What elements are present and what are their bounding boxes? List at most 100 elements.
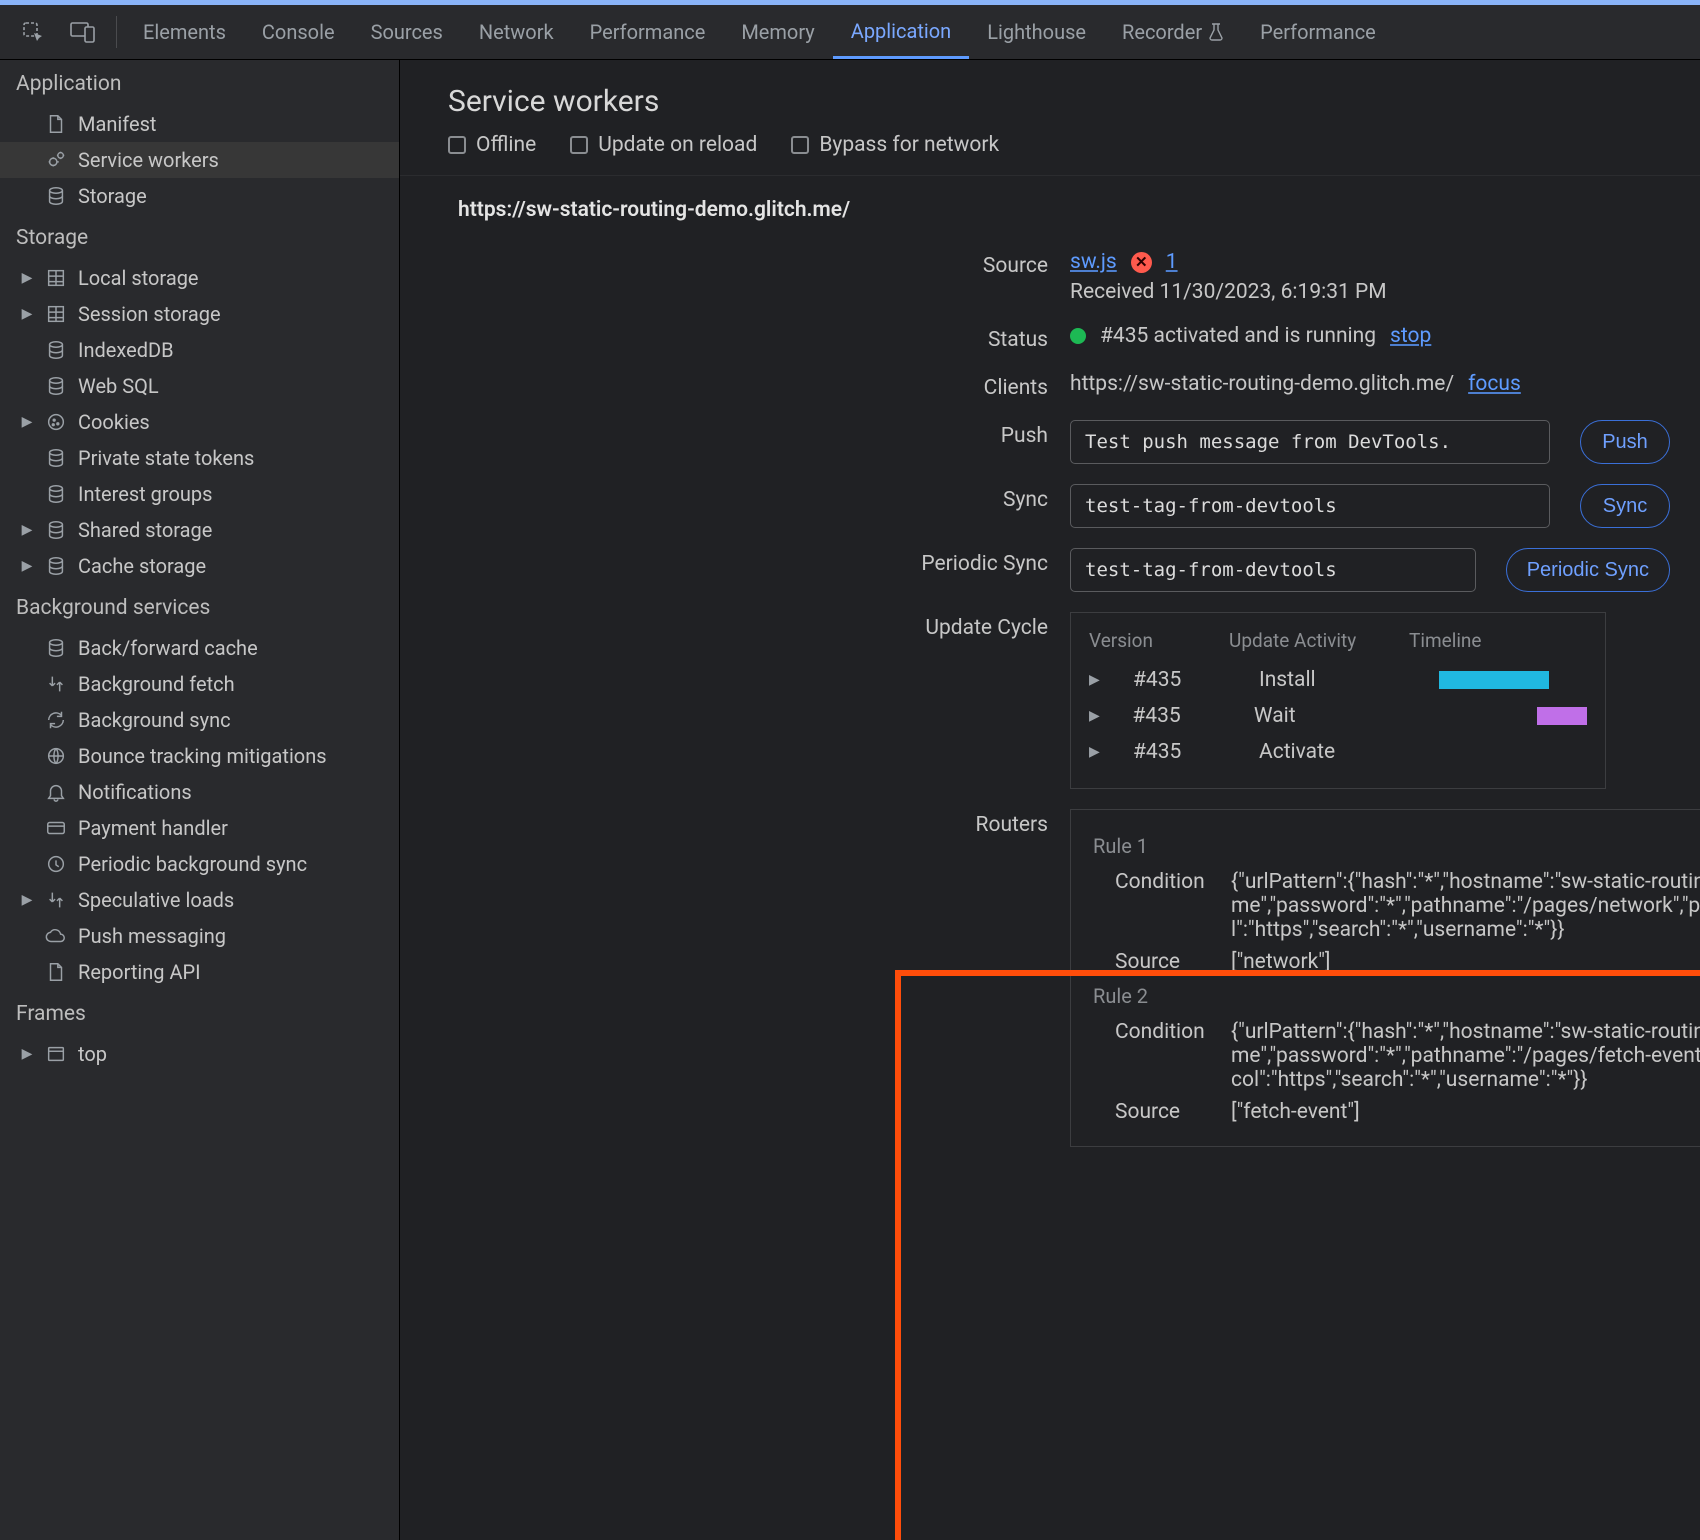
sw-source-link[interactable]: sw.js [1070,250,1117,274]
push-label: Push [400,420,1070,448]
sidebar-item-shared-storage[interactable]: ▶ Shared storage [0,512,399,548]
disclosure-icon[interactable]: ▶ [20,270,34,286]
source-label: Source [400,250,1070,278]
sidebar-item-local-storage[interactable]: ▶Local storage [0,260,399,296]
sidebar-item-notifications[interactable]: ▶Notifications [0,774,399,810]
sidebar-item-label: Web SQL [78,374,159,398]
push-button[interactable]: Push [1580,420,1670,464]
sidebar-item-speculative-loads[interactable]: ▶ Speculative loads [0,882,399,918]
sidebar-item-cookies[interactable]: ▶Cookies [0,404,399,440]
sw-origin: https://sw-static-routing-demo.glitch.me… [400,176,1700,240]
tab-memory[interactable]: Memory [723,5,832,59]
sidebar-item-manifest[interactable]: ▶Manifest [0,106,399,142]
disclosure-icon[interactable]: ▶ [1089,672,1103,688]
card-icon [44,816,68,840]
sidebar-item-payment-handler[interactable]: ▶Payment handler [0,810,399,846]
disclosure-icon[interactable]: ▶ [20,892,34,908]
disclosure-icon[interactable]: ▶ [20,1046,34,1062]
tab-application[interactable]: Application [833,5,969,59]
sidebar-item-label: Reporting API [78,960,201,984]
bgsync-icon [44,708,68,732]
sidebar-item-back-forward-cache[interactable]: ▶Back/forward cache [0,630,399,666]
tab-sources[interactable]: Sources [353,5,461,59]
sidebar-item-top[interactable]: ▶top [0,1036,399,1072]
disclosure-icon[interactable]: ▶ [20,306,34,322]
clients-label: Clients [400,372,1070,400]
tab-recorder[interactable]: Recorder [1104,5,1242,59]
sidebar-item-service-workers[interactable]: ▶Service workers [0,142,399,178]
sidebar-item-label: Session storage [78,302,221,326]
sidebar-item-web-sql[interactable]: ▶Web SQL [0,368,399,404]
tab-elements[interactable]: Elements [125,5,244,59]
sidebar-item-indexeddb[interactable]: ▶IndexedDB [0,332,399,368]
routers-label: Routers [400,809,1070,837]
bypass-for-network-checkbox[interactable]: Bypass for network [791,133,999,157]
cycle-activity: Wait [1254,704,1397,728]
cycle-header-version: Version [1089,629,1199,652]
periodic-sync-button[interactable]: Periodic Sync [1506,548,1670,592]
sidebar-item-label: Background fetch [78,672,235,696]
disclosure-icon[interactable]: ▶ [1089,708,1102,724]
sw-stop-link[interactable]: stop [1390,324,1431,348]
sidebar-item-interest-groups[interactable]: ▶Interest groups [0,476,399,512]
update-on-reload-checkbox[interactable]: Update on reload [570,133,757,157]
push-input[interactable] [1070,420,1550,464]
inspect-element-icon[interactable] [12,11,54,53]
sidebar-item-background-fetch[interactable]: ▶Background fetch [0,666,399,702]
db-icon [44,554,68,578]
db-icon [44,374,68,398]
sidebar-item-background-sync[interactable]: ▶Background sync [0,702,399,738]
frame-icon [44,1042,68,1066]
disclosure-icon[interactable]: ▶ [20,558,34,574]
cycle-row[interactable]: ▶#435Install [1089,662,1587,698]
disclosure-icon[interactable]: ▶ [20,522,34,538]
router-condition-label: Condition [1093,870,1213,942]
error-badge-icon[interactable]: ✕ [1131,252,1152,273]
sidebar-item-label: Storage [78,184,147,208]
grid-icon [44,302,68,326]
sidebar-item-label: Cache storage [78,554,206,578]
sidebar-item-label: Shared storage [78,518,212,542]
sidebar-item-session-storage[interactable]: ▶ Session storage [0,296,399,332]
tab-lighthouse[interactable]: Lighthouse [969,5,1104,59]
sync-input[interactable] [1070,484,1550,528]
periodic-sync-input[interactable] [1070,548,1476,592]
sidebar-item-label: Interest groups [78,482,212,506]
cycle-version: #435 [1132,704,1224,728]
clock-icon [44,852,68,876]
sw-focus-link[interactable]: focus [1468,372,1521,396]
db-icon [44,482,68,506]
bgfetch-icon [44,888,68,912]
sidebar-item-private-state-tokens[interactable]: ▶Private state tokens [0,440,399,476]
sidebar-item-label: Speculative loads [78,888,234,912]
sidebar-item-cache-storage[interactable]: ▶ Cache storage [0,548,399,584]
sidebar-item-label: Service workers [78,148,219,172]
sidebar-item-push-messaging[interactable]: ▶Push messaging [0,918,399,954]
tab-console[interactable]: Console [244,5,353,59]
cloud-icon [44,924,68,948]
disclosure-icon[interactable]: ▶ [20,414,34,430]
router-condition-label: Condition [1093,1020,1213,1092]
sync-label: Sync [400,484,1070,512]
sidebar-item-reporting-api[interactable]: ▶Reporting API [0,954,399,990]
sidebar-item-bounce-tracking-mitigations[interactable]: ▶Bounce tracking mitigations [0,738,399,774]
tab-performance[interactable]: Performance [1242,5,1394,59]
sw-error-count-link[interactable]: 1 [1166,250,1178,274]
sidebar-item-storage[interactable]: ▶Storage [0,178,399,214]
cycle-row[interactable]: ▶ #435 Wait [1089,698,1587,734]
offline-checkbox[interactable]: Offline [448,133,536,157]
cycle-row[interactable]: ▶#435Activate [1089,734,1587,770]
service-workers-panel: Service workers Offline Update on reload… [400,60,1700,1540]
file-icon [44,112,68,136]
sync-button[interactable]: Sync [1580,484,1670,528]
cycle-header-timeline: Timeline [1409,629,1482,652]
disclosure-icon[interactable]: ▶ [1089,744,1103,760]
sidebar-item-label: Bounce tracking mitigations [78,744,327,768]
cycle-timeline-bar [1427,707,1587,725]
sidebar-group-storage: Storage [0,214,399,260]
update-cycle-table: Version Update Activity Timeline ▶#435In… [1070,612,1606,789]
tab-network[interactable]: Network [461,5,572,59]
tab-performance[interactable]: Performance [572,5,724,59]
device-toolbar-icon[interactable] [62,11,104,53]
sidebar-item-periodic-background-sync[interactable]: ▶Periodic background sync [0,846,399,882]
